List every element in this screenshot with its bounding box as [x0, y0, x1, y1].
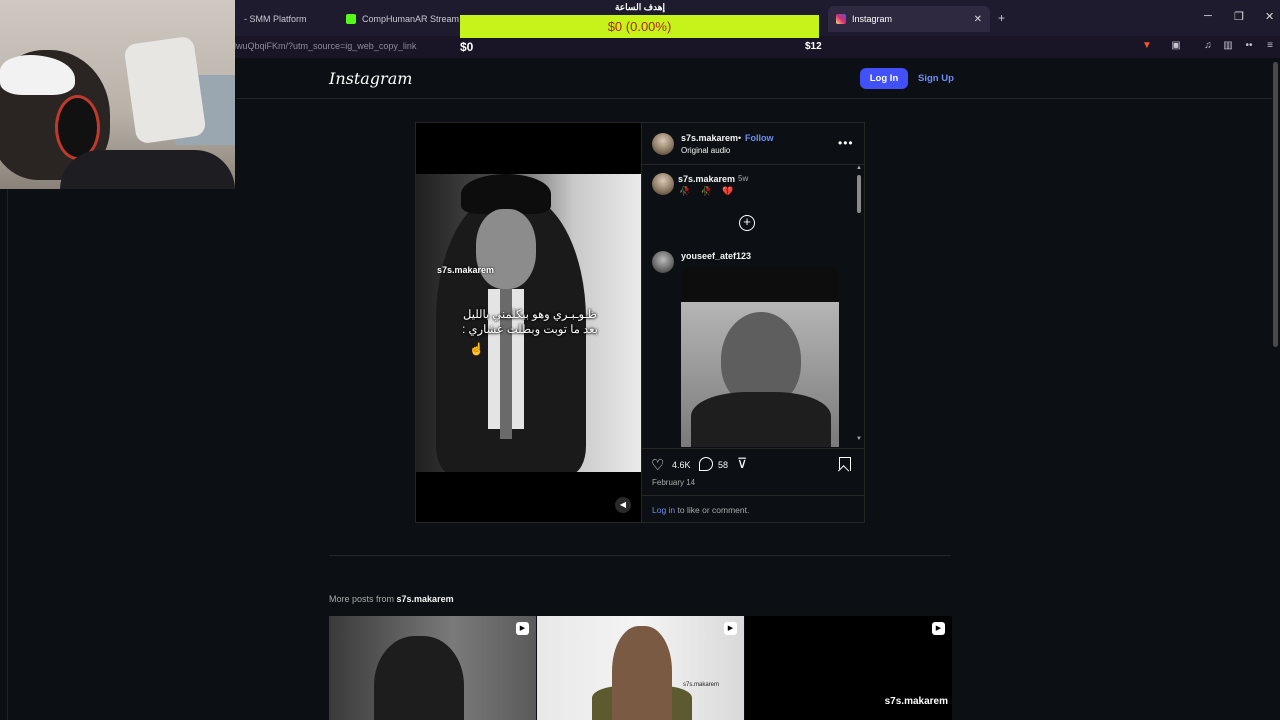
video-caption: ظـوـبـري وهو بيكلمني بالليل بعد ما توبت …	[462, 309, 598, 336]
reply-avatar[interactable]	[652, 251, 674, 273]
separator-dot: •	[738, 133, 742, 143]
actions-divider	[642, 448, 864, 449]
section-divider	[329, 555, 951, 556]
overlay-min-label: $0	[460, 40, 474, 54]
reply-image	[681, 267, 839, 447]
load-more-comments-icon[interactable]: +	[739, 215, 755, 231]
more-posts-author[interactable]: s7s.makarem	[397, 594, 454, 604]
kick-icon	[346, 14, 356, 24]
overlay-max-label: $12	[805, 41, 822, 52]
post-date: February 14	[652, 478, 696, 487]
reel-icon: ▶	[724, 622, 737, 635]
minimize-icon[interactable]: ─	[1204, 10, 1212, 22]
login-button[interactable]: Log In	[860, 68, 908, 89]
instagram-icon	[836, 14, 846, 24]
media-icon[interactable]: ♫	[1202, 40, 1214, 52]
tab-instagram[interactable]: Instagram ✕	[828, 6, 990, 32]
comment-avatar[interactable]	[652, 173, 674, 195]
more-post-thumbnail[interactable]: s7s.makarem ▶	[537, 616, 744, 720]
reel-icon: ▶	[516, 622, 529, 635]
comments-scrollbar[interactable]	[857, 175, 861, 213]
comment-author[interactable]: s7s.makarem	[678, 174, 735, 184]
audio-label[interactable]: Original audio	[681, 146, 730, 155]
comment-count[interactable]: 58	[718, 460, 728, 470]
comment-icon[interactable]	[699, 457, 713, 471]
more-posts-heading: More posts from s7s.makarem	[329, 594, 454, 604]
translate-icon[interactable]: ▣	[1170, 40, 1182, 52]
close-tab-icon[interactable]: ✕	[974, 14, 982, 25]
header-divider	[236, 98, 1272, 99]
instagram-logo[interactable]: Instagram	[329, 69, 412, 88]
more-post-thumbnail[interactable]: ▶	[329, 616, 536, 720]
more-options-icon[interactable]: •••	[838, 136, 854, 150]
date-divider	[642, 495, 864, 496]
brave-shield-icon[interactable]: ▼	[1141, 40, 1153, 52]
share-icon[interactable]: ⊽	[737, 455, 747, 472]
overlay-goal-title: إهدف الساعة	[614, 2, 665, 12]
reply-author[interactable]: youseef_atef123	[681, 251, 751, 261]
page-scrollbar[interactable]	[1273, 62, 1278, 347]
login-link[interactable]: Log in	[652, 505, 675, 515]
mute-icon[interactable]: ◀	[615, 497, 631, 513]
login-prompt: Log in to like or comment.	[652, 505, 749, 515]
extension-icon[interactable]: ••	[1243, 40, 1255, 52]
thumbnail-watermark: s7s.makarem	[884, 696, 948, 707]
tab-smm-platform[interactable]: - SMM Platform	[236, 6, 336, 32]
webcam-feed	[0, 0, 235, 189]
tab-label: CompHumanAR Stream - Wa	[362, 14, 460, 24]
comment-text: 🥀 🥀 💔	[679, 186, 738, 196]
menu-icon[interactable]: ≡	[1264, 40, 1276, 52]
close-window-icon[interactable]: ✕	[1265, 10, 1274, 23]
heart-icon[interactable]: ♡	[651, 456, 664, 474]
post-author[interactable]: s7s.makarem	[681, 133, 738, 143]
left-margin	[0, 189, 8, 720]
sidebar-icon[interactable]: ▥	[1222, 40, 1234, 52]
author-avatar[interactable]	[652, 133, 674, 155]
thumbnail-watermark: s7s.makarem	[683, 682, 720, 688]
signup-link[interactable]: Sign Up	[918, 73, 954, 84]
video-watermark: s7s.makarem	[437, 265, 495, 275]
tab-label: - SMM Platform	[244, 14, 307, 24]
login-prompt-text: to like or comment.	[675, 505, 750, 515]
scroll-down-icon[interactable]: ▼	[856, 436, 862, 442]
reel-icon: ▶	[932, 622, 945, 635]
comment-time: 5w	[738, 174, 749, 183]
cursor-icon: ☝	[469, 342, 484, 356]
donation-progress-bar: $0 (0.00%)	[460, 15, 819, 38]
like-count[interactable]: 4.6K	[672, 460, 691, 470]
restore-icon[interactable]: ❐	[1234, 10, 1244, 23]
tab-label: Instagram	[852, 14, 893, 24]
bookmark-icon[interactable]	[839, 457, 851, 471]
new-tab-icon[interactable]: +	[998, 11, 1005, 25]
follow-button[interactable]: Follow	[745, 133, 774, 143]
sidebar-divider	[642, 164, 864, 165]
url-text[interactable]: lwuQbqiFKm/?utm_source=ig_web_copy_link	[234, 41, 416, 51]
tab-comphumanar-stream[interactable]: CompHumanAR Stream - Wa	[338, 6, 460, 32]
more-post-thumbnail[interactable]: s7s.makarem ▶	[745, 616, 952, 720]
scroll-up-icon[interactable]: ▲	[856, 165, 862, 171]
